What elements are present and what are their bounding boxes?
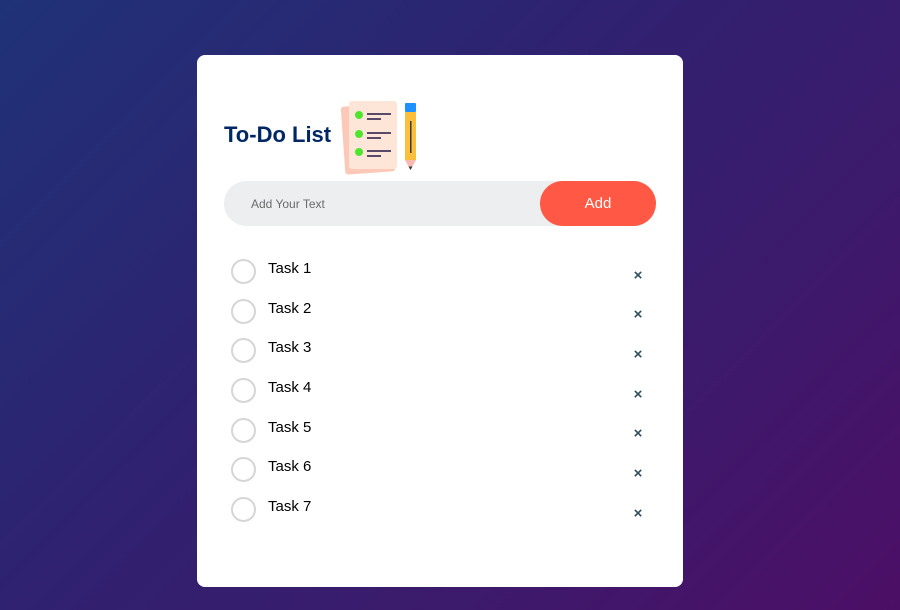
- delete-icon[interactable]: ×: [630, 307, 646, 323]
- task-label: Task 3: [268, 339, 312, 357]
- task-input[interactable]: [224, 180, 540, 227]
- app-title: To-Do List: [224, 122, 332, 147]
- checkbox-circle-icon[interactable]: [231, 457, 256, 483]
- task-label: Task 2: [268, 299, 312, 317]
- delete-icon[interactable]: ×: [630, 346, 646, 362]
- delete-icon[interactable]: ×: [630, 267, 646, 283]
- checkbox-circle-icon[interactable]: [231, 378, 256, 404]
- todo-card: To-Do List Add Task 1 ×: [197, 55, 683, 587]
- checkbox-circle-icon[interactable]: [231, 259, 256, 284]
- task-item[interactable]: Task 3 ×: [224, 330, 656, 370]
- task-list: Task 1 × Task 2 × Task 3 × Task 4 × Task…: [224, 251, 656, 529]
- task-item[interactable]: Task 5 ×: [224, 410, 656, 450]
- checklist-pencil-icon: [341, 101, 417, 175]
- delete-icon[interactable]: ×: [630, 386, 646, 402]
- task-label: Task 7: [268, 498, 312, 516]
- new-task-row: Add: [224, 180, 656, 227]
- delete-icon[interactable]: ×: [630, 465, 646, 481]
- task-label: Task 6: [268, 458, 312, 476]
- delete-icon[interactable]: ×: [630, 426, 646, 442]
- task-item[interactable]: Task 6 ×: [224, 449, 656, 489]
- task-item[interactable]: Task 7 ×: [224, 489, 656, 529]
- task-item[interactable]: Task 4 ×: [224, 370, 656, 410]
- task-item[interactable]: Task 2 ×: [224, 291, 656, 331]
- task-label: Task 1: [268, 260, 312, 277]
- checkbox-circle-icon[interactable]: [231, 338, 256, 364]
- task-label: Task 4: [268, 379, 312, 397]
- checkbox-circle-icon[interactable]: [231, 417, 256, 443]
- task-item[interactable]: Task 1 ×: [224, 251, 656, 291]
- delete-icon[interactable]: ×: [630, 505, 646, 521]
- add-button[interactable]: Add: [540, 181, 656, 226]
- checkbox-circle-icon[interactable]: [231, 298, 256, 324]
- title-row: To-Do List: [224, 99, 419, 175]
- task-label: Task 5: [268, 418, 312, 436]
- checkbox-circle-icon[interactable]: [231, 497, 256, 523]
